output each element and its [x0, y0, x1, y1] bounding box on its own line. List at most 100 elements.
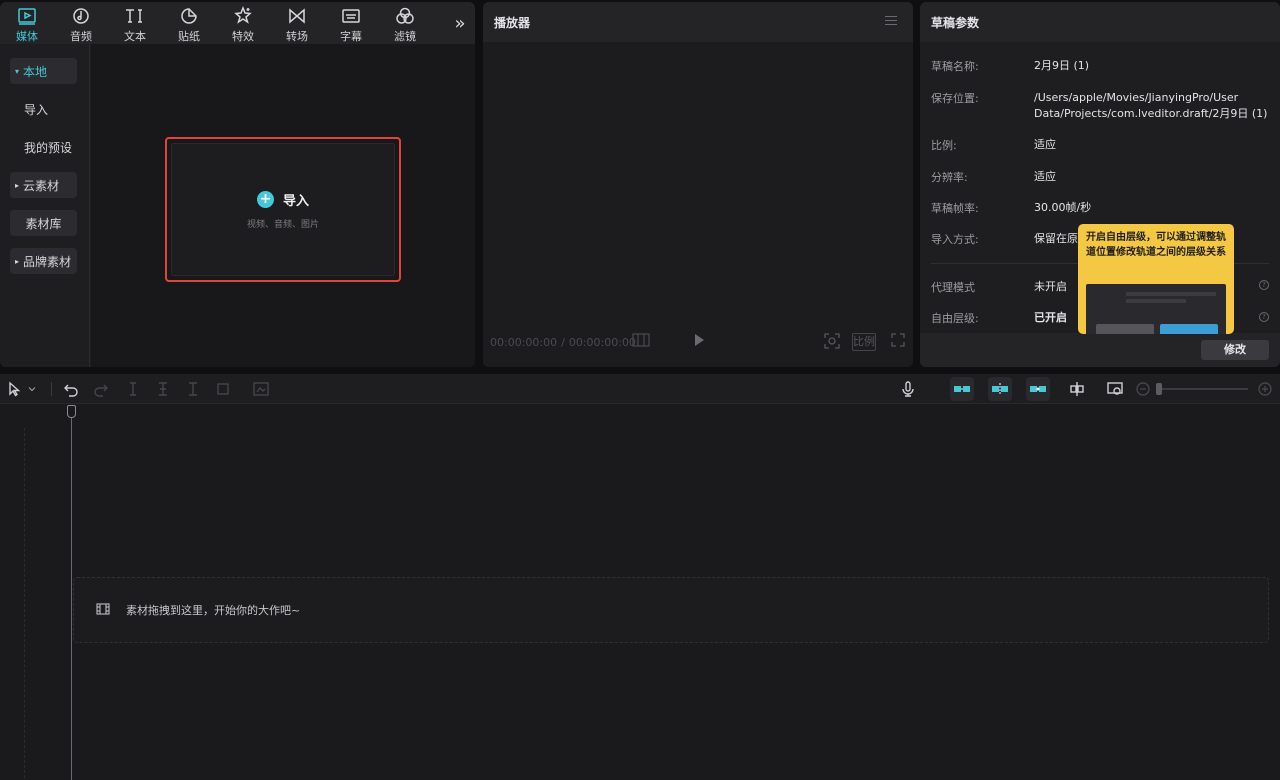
freeze-frame-icon[interactable] [252, 380, 270, 398]
timecode-total: 00:00:00:00 [568, 336, 636, 349]
player-viewport: 00:00:00:00/00:00:00:00 比例 [483, 42, 913, 367]
sidebar-item-brand[interactable]: ▸ 品牌素材 [10, 248, 77, 274]
tab-audio[interactable]: 音频 [54, 2, 108, 44]
playhead-line[interactable] [71, 416, 72, 780]
param-key: 草稿帧率: [931, 202, 979, 215]
param-value: 适应 [1034, 170, 1056, 183]
sidebar-item-local[interactable]: ▾ 本地 [10, 58, 77, 84]
fit-screen-icon[interactable] [823, 333, 841, 351]
tab-label: 音频 [70, 30, 92, 43]
zoom-out-icon[interactable] [1134, 380, 1152, 398]
ratio-label: 比例 [853, 335, 875, 348]
tooltip-preview-image [1086, 284, 1226, 334]
timeline-area: 素材拖拽到这里，开始你的大作吧~ [0, 404, 1280, 780]
param-key: 分辨率: [931, 171, 968, 184]
param-value: 2月9日 (1) [1034, 59, 1090, 72]
delete-icon[interactable] [214, 380, 232, 398]
draft-header: 草稿参数 [920, 2, 1280, 42]
tab-filter[interactable]: 滤镜 [378, 2, 432, 44]
playhead-handle[interactable] [67, 405, 76, 418]
fit-timeline-icon[interactable] [1106, 380, 1124, 398]
param-value: 适应 [1034, 138, 1056, 151]
media-content: + 导入 视频、音频、图片 [91, 44, 475, 367]
help-icon[interactable]: ? [1259, 312, 1269, 322]
media-panel: 媒体 音频 文本 贴纸 特效 转场 字幕 滤镜 » ▾ 本地 导入 我的预设 ▸… [0, 2, 475, 367]
more-tabs-icon[interactable]: » [451, 14, 469, 34]
timeline-drop-zone[interactable]: 素材拖拽到这里，开始你的大作吧~ [73, 577, 1269, 643]
tab-label: 特效 [232, 30, 254, 43]
sidebar-item-library[interactable]: 素材库 [10, 210, 77, 236]
param-key: 导入方式: [931, 233, 979, 246]
chevron-down-icon[interactable] [26, 380, 38, 398]
panel-title: 播放器 [494, 15, 531, 30]
param-value: /Users/apple/Movies/JianyingPro/User Dat… [1034, 91, 1268, 120]
plus-icon: + [256, 190, 274, 208]
sidebar-item-import[interactable]: 导入 [10, 96, 77, 122]
tab-label: 滤镜 [394, 30, 416, 43]
zoom-slider-knob[interactable] [1156, 383, 1162, 395]
caret-down-icon: ▾ [15, 66, 20, 76]
tab-label: 转场 [286, 30, 308, 43]
timeline-grid-icon[interactable] [631, 333, 651, 351]
import-highlight: + 导入 视频、音频、图片 [165, 137, 401, 282]
transition-icon [289, 8, 305, 24]
player-controls: 00:00:00:00/00:00:00:00 比例 [483, 329, 913, 357]
media-tabs: 媒体 音频 文本 贴纸 特效 转场 字幕 滤镜 » [0, 2, 475, 44]
track-gutter [24, 428, 25, 778]
tab-text[interactable]: 文本 [108, 2, 162, 44]
sidebar-item-label: 我的预设 [24, 140, 73, 155]
panel-title: 草稿参数 [931, 15, 980, 30]
tab-label: 文本 [124, 30, 146, 43]
timecode-current: 00:00:00:00 [490, 336, 558, 349]
media-icon [18, 8, 36, 25]
sidebar-item-cloud[interactable]: ▸ 云素材 [10, 172, 77, 198]
redo-icon[interactable] [92, 380, 110, 398]
film-icon [96, 603, 110, 615]
drop-hint: 素材拖拽到这里，开始你的大作吧~ [126, 604, 301, 617]
tab-label: 字幕 [340, 30, 362, 43]
import-card[interactable]: + 导入 视频、音频、图片 [171, 143, 395, 276]
import-hint: 视频、音频、图片 [246, 219, 319, 230]
param-key: 比例: [931, 139, 957, 152]
sidebar-item-label: 素材库 [25, 216, 62, 231]
sidebar-item-label: 本地 [23, 64, 48, 79]
main-track-magnet-icon[interactable] [950, 377, 974, 401]
draft-footer: 修改 [920, 333, 1280, 367]
tab-media[interactable]: 媒体 [0, 2, 54, 44]
sidebar-item-presets[interactable]: 我的预设 [10, 134, 77, 160]
import-label: 导入 [282, 193, 309, 209]
linkage-icon[interactable] [1026, 377, 1050, 401]
tab-transition[interactable]: 转场 [270, 2, 324, 44]
param-key: 保存位置: [931, 92, 979, 105]
param-key: 自由层级: [931, 312, 979, 325]
modify-button[interactable]: 修改 [1201, 340, 1269, 360]
menu-icon[interactable] [885, 16, 897, 26]
player-panel: 播放器 00:00:00:00/00:00:00:00 比例 [483, 2, 913, 367]
param-key: 草稿名称: [931, 60, 979, 73]
split-right-icon[interactable] [184, 380, 202, 398]
tab-subtitle[interactable]: 字幕 [324, 2, 378, 44]
help-icon[interactable]: ? [1259, 280, 1269, 290]
undo-icon[interactable] [62, 380, 80, 398]
play-icon[interactable] [690, 333, 708, 351]
fullscreen-icon[interactable] [890, 333, 906, 351]
effects-icon [234, 6, 252, 24]
ratio-button[interactable]: 比例 [852, 333, 876, 351]
zoom-slider[interactable] [1156, 383, 1248, 395]
caret-right-icon: ▸ [15, 256, 20, 266]
filter-icon [396, 7, 414, 24]
timecode: 00:00:00:00/00:00:00:00 [490, 336, 636, 349]
split-icon[interactable] [124, 380, 142, 398]
auto-snap-icon[interactable] [988, 377, 1012, 401]
preview-axis-icon[interactable] [1068, 380, 1086, 398]
tab-label: 贴纸 [178, 30, 200, 43]
microphone-icon[interactable] [899, 380, 917, 398]
player-header: 播放器 [483, 2, 913, 42]
param-key: 代理模式 [931, 281, 975, 294]
sticker-icon [181, 8, 197, 24]
split-left-icon[interactable] [154, 380, 172, 398]
tab-sticker[interactable]: 贴纸 [162, 2, 216, 44]
select-cursor-icon[interactable] [6, 380, 24, 398]
tab-effects[interactable]: 特效 [216, 2, 270, 44]
zoom-in-icon[interactable] [1256, 380, 1274, 398]
